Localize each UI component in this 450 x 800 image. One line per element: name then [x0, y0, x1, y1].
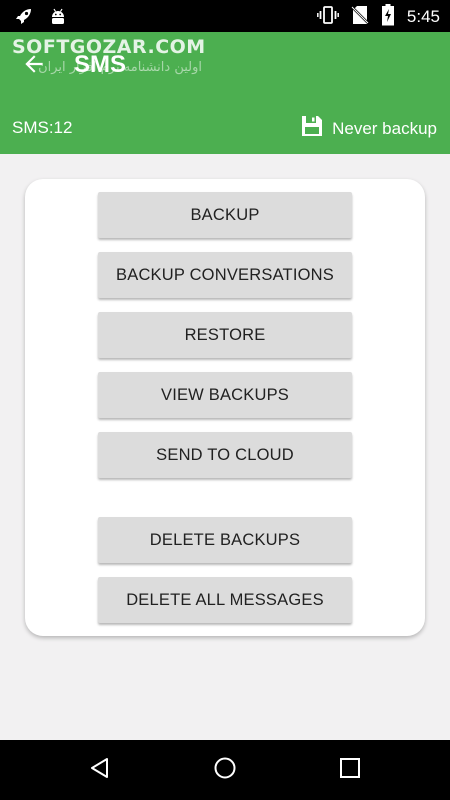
delete-backups-button[interactable]: DELETE BACKUPS: [98, 517, 352, 563]
restore-button[interactable]: RESTORE: [98, 312, 352, 358]
nav-home-button[interactable]: [210, 755, 240, 785]
android-icon: [48, 6, 68, 30]
nav-back-button[interactable]: [85, 755, 115, 785]
nav-back-icon: [88, 756, 112, 784]
nav-home-icon: [213, 756, 237, 784]
backup-conversations-button[interactable]: BACKUP CONVERSATIONS: [98, 252, 352, 298]
backup-button[interactable]: BACKUP: [98, 192, 352, 238]
status-time: 5:45: [406, 7, 440, 26]
battery-charging-icon: [381, 4, 395, 30]
app-bar: SOFTGOZAR.COM اولین دانشنامه نرم افزار ا…: [0, 32, 450, 154]
backup-status-label: Never backup: [332, 118, 437, 138]
back-button[interactable]: [18, 50, 50, 82]
status-bar: 5:45: [0, 0, 450, 32]
arrow-back-icon: [21, 51, 47, 81]
navigation-bar: [0, 740, 450, 800]
save-icon: [300, 114, 324, 143]
vibrate-icon: [316, 5, 339, 29]
view-backups-button[interactable]: VIEW BACKUPS: [98, 372, 352, 418]
send-to-cloud-button[interactable]: SEND TO CLOUD: [98, 432, 352, 478]
nav-recents-icon: [339, 757, 361, 783]
backup-status: Never backup: [300, 114, 437, 143]
nav-recents-button[interactable]: [335, 755, 365, 785]
no-sim-icon: [351, 5, 369, 29]
actions-card: BACKUP BACKUP CONVERSATIONS RESTORE VIEW…: [25, 179, 425, 636]
page-title: SMS: [74, 51, 127, 78]
delete-all-messages-button[interactable]: DELETE ALL MESSAGES: [98, 577, 352, 623]
rocket-icon: [14, 6, 34, 30]
sms-count: SMS:12: [12, 118, 73, 137]
